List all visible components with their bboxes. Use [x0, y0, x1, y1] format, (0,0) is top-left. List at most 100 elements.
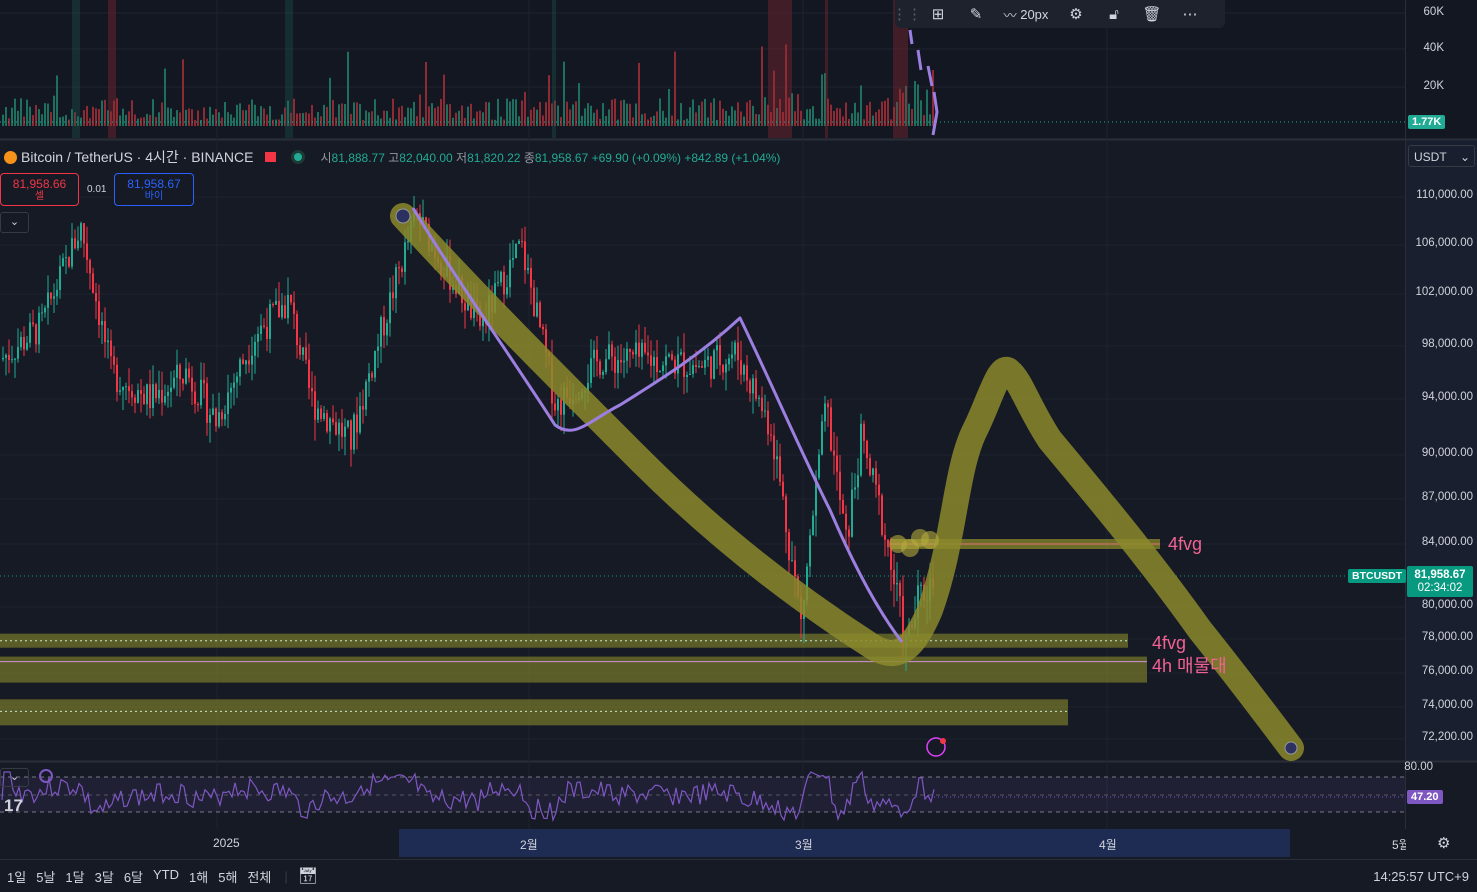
volume-bar [581, 115, 583, 126]
volume-bar [689, 107, 691, 126]
volume-bar [194, 119, 196, 126]
volume-bar [137, 118, 139, 126]
candle-body [188, 368, 190, 378]
candle-body [818, 454, 820, 478]
template-icon[interactable]: ⊞ [919, 0, 957, 28]
volume-bar [749, 100, 751, 126]
volume-bar [377, 115, 379, 126]
range-button[interactable]: 5날 [31, 867, 60, 886]
time-label: 3월 [795, 838, 813, 852]
volume-bar [350, 113, 352, 126]
date-range-icon[interactable]: 📅︎ [298, 866, 318, 886]
volume-bar [812, 106, 814, 126]
candle-body [737, 342, 739, 361]
candle-body [404, 242, 406, 272]
volume-bar [803, 119, 805, 126]
volume-bar [698, 105, 700, 126]
volume-bar [602, 103, 604, 126]
volume-bar [347, 51, 349, 126]
range-button[interactable]: 6달 [119, 867, 148, 886]
candle-body [689, 373, 691, 375]
candle-body [383, 317, 385, 336]
rsi-collapse-chevron-icon[interactable]: ⌄ [0, 768, 29, 787]
stroke-width-button[interactable]: 〰 20px [995, 0, 1057, 28]
volume-bar [755, 113, 757, 126]
chart-canvas[interactable] [0, 0, 1477, 891]
volume-bar [569, 109, 571, 126]
candle-body [500, 271, 502, 283]
candle-body [530, 267, 532, 288]
range-button[interactable]: 1해 [184, 867, 213, 886]
more-icon[interactable]: ⋯ [1171, 0, 1209, 28]
volume-bar [536, 109, 538, 126]
volume-bar [323, 104, 325, 126]
volume-bar [185, 109, 187, 126]
volume-bar [374, 99, 376, 126]
volume-bar [485, 101, 487, 126]
range-button[interactable]: 5해 [213, 867, 242, 886]
low-value: 81,820.22 [467, 150, 521, 165]
candle-body [248, 360, 250, 365]
sell-button[interactable]: 81,958.66 셀 [0, 173, 79, 206]
range-button[interactable]: 1달 [60, 867, 89, 886]
range-button[interactable]: 전체 [242, 867, 276, 886]
price-tick: 78,000.00 [1421, 631, 1473, 643]
candle-body [101, 321, 103, 326]
volume-bar [281, 114, 283, 126]
volume-bar [626, 103, 628, 126]
candle-body [374, 350, 376, 378]
candle-body [503, 271, 505, 295]
buy-button[interactable]: 81,958.67 바이 [114, 173, 194, 206]
volume-bar [182, 59, 184, 126]
candle-body [521, 240, 523, 242]
price-tick: 110,000.00 [1416, 189, 1473, 201]
volume-bar [734, 110, 736, 126]
symbol-title[interactable]: Bitcoin / TetherUS · 4시간 · BINANCE [21, 147, 253, 167]
volume-bar [53, 95, 55, 126]
volume-bar [866, 105, 868, 126]
settings-gear-icon[interactable]: ⚙ [1437, 834, 1450, 852]
volume-bar [458, 110, 460, 126]
trash-icon[interactable]: 🗑︎ [1133, 0, 1171, 28]
candle-body [554, 403, 556, 411]
candle-body [524, 241, 526, 271]
candle-body [794, 560, 796, 577]
volume-bar [911, 109, 913, 126]
volume-bar [680, 103, 682, 126]
volume-bar [179, 112, 181, 126]
range-button[interactable]: 3달 [90, 867, 119, 886]
candle-body [224, 414, 226, 420]
volume-bar [638, 62, 640, 126]
candle-body [80, 223, 82, 241]
candle-body [215, 408, 217, 427]
volume-bar [809, 108, 811, 126]
candle-body [668, 354, 670, 357]
supply-zone [0, 656, 1147, 683]
volume-bar [500, 116, 502, 126]
range-button[interactable]: 1일 [2, 867, 31, 886]
range-button[interactable]: YTD [148, 867, 184, 886]
candle-body [317, 408, 319, 420]
candle-body [341, 422, 343, 437]
candle-body [617, 359, 619, 373]
candle-body [641, 342, 643, 357]
change2-value: +842.89 (+1.04%) [684, 150, 781, 165]
pencil-color-icon[interactable]: ✎ [957, 0, 995, 28]
volume-bar [233, 117, 235, 126]
candle-body [38, 312, 40, 345]
candle-body [14, 358, 16, 360]
candle-body [710, 356, 712, 379]
alert-dot [940, 738, 946, 744]
volume-bar [239, 103, 241, 126]
drag-handle-icon[interactable]: ⋮⋮ [892, 0, 922, 28]
currency-select[interactable]: USDT ⌄ [1408, 145, 1475, 167]
volume-bar [842, 116, 844, 126]
volume-bar [371, 111, 373, 126]
candle-body [893, 569, 895, 585]
volume-bar [158, 112, 160, 126]
volume-bar [821, 74, 823, 126]
candle-body [59, 266, 61, 290]
collapse-chevron-icon[interactable]: ⌄ [0, 212, 29, 233]
lock-icon[interactable]: 🔓︎ [1095, 0, 1133, 28]
settings-icon[interactable]: ⚙ [1057, 0, 1095, 28]
